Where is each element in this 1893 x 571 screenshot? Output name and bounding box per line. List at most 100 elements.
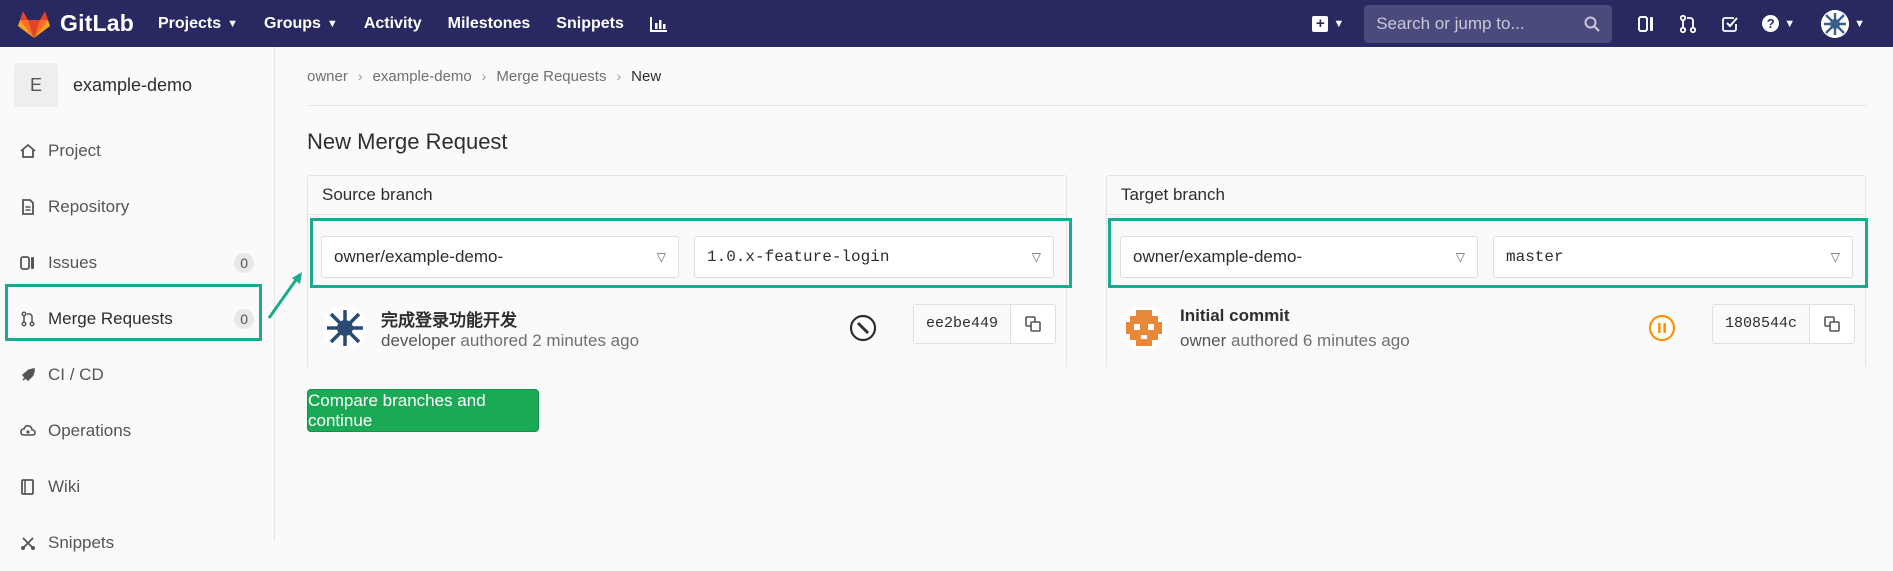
todos-nav-button[interactable]	[1720, 14, 1740, 34]
sidebar-item-label: Snippets	[48, 533, 115, 552]
sidebar-item-label: Operations	[48, 421, 132, 440]
sidebar-item-label: Issues	[48, 253, 98, 272]
compare-branches-button[interactable]: Compare branches and continue	[307, 389, 539, 432]
source-commit-sha[interactable]: ee2be449	[914, 305, 1012, 343]
user-menu-button[interactable]: ▼	[1821, 9, 1865, 38]
sidebar-item-operations[interactable]: Operations	[0, 403, 274, 459]
source-branch-header: Source branch	[308, 176, 1066, 215]
search-icon	[1584, 16, 1600, 32]
nav-activity[interactable]: Activity	[364, 15, 422, 33]
pipeline-canceled-icon[interactable]	[849, 314, 877, 342]
project-name: example-demo	[73, 74, 193, 95]
target-branch-header: Target branch	[1107, 176, 1865, 215]
target-commit-author[interactable]: owner	[1180, 331, 1226, 350]
target-commit-title[interactable]: Initial commit	[1180, 306, 1290, 326]
highlight-box-target-selectors	[1108, 218, 1868, 288]
chevron-down-icon: ▼	[1784, 17, 1796, 30]
source-commit-time: authored 2 minutes ago	[460, 331, 640, 350]
sidebar-item-label: Repository	[48, 197, 130, 216]
topbar-right: + ▼ Search or jump to... ? ▼ ▼	[1312, 0, 1893, 47]
chevron-right-icon: ›	[616, 68, 622, 84]
main-nav: Projects ▼ Groups ▼ Activity Milestones Sn…	[158, 15, 694, 33]
source-commit-row: 完成登录功能开发 developer authored 2 minutes ag…	[308, 298, 1066, 368]
page-title: New Merge Request	[307, 129, 508, 154]
snippet-icon	[21, 537, 35, 550]
search-placeholder: Search or jump to...	[1376, 13, 1525, 33]
nav-activity-label: Activity	[363, 14, 422, 32]
sidebar-item-project[interactable]: Project	[0, 123, 274, 179]
document-icon	[22, 199, 34, 215]
book-icon	[21, 479, 34, 495]
sidebar-item-issues[interactable]: Issues 0	[0, 235, 274, 291]
chevron-right-icon: ›	[357, 68, 363, 84]
sidebar-item-ci-cd[interactable]: CI / CD	[0, 347, 274, 403]
tanuki-logo-icon	[18, 10, 50, 38]
sidebar-item-repository[interactable]: Repository	[0, 179, 274, 235]
breadcrumb-merge-requests[interactable]: Merge Requests	[496, 68, 606, 85]
cloud-gear-icon	[20, 425, 36, 436]
chevron-down-icon: ▼	[1854, 17, 1865, 30]
issues-nav-button[interactable]	[1636, 14, 1656, 34]
annotation-arrow	[267, 272, 302, 319]
brand-name: GitLab	[60, 10, 135, 36]
owner-avatar	[1122, 306, 1166, 350]
sidebar-project-header[interactable]: E example-demo	[0, 47, 274, 123]
copy-icon	[1025, 316, 1041, 332]
help-dropdown-button[interactable]: ? ▼	[1762, 15, 1795, 32]
issues-icon	[1638, 15, 1654, 32]
target-commit-sha-box: 1808544c	[1712, 304, 1856, 344]
sidebar-item-label: Project	[48, 141, 101, 160]
issues-icon	[20, 256, 34, 270]
source-commit-sha-box: ee2be449	[913, 304, 1057, 344]
analytics-chart-icon[interactable]	[649, 16, 668, 32]
chevron-down-icon: ▼	[1333, 17, 1345, 30]
sidebar-item-snippets[interactable]: Snippets	[0, 515, 274, 571]
issues-count-badge: 0	[234, 253, 254, 273]
home-icon	[20, 143, 36, 158]
breadcrumb-current[interactable]: New	[631, 68, 661, 85]
nav-projects-label: Projects	[158, 14, 222, 32]
sidebar-item-label: Wiki	[48, 477, 81, 496]
project-avatar: E	[14, 63, 58, 107]
nav-groups[interactable]: Groups ▼	[264, 15, 338, 33]
source-commit-author[interactable]: developer	[381, 331, 456, 350]
nav-snippets-label: Snippets	[556, 14, 624, 32]
target-commit-sha[interactable]: 1808544c	[1713, 305, 1811, 343]
nav-snippets[interactable]: Snippets	[556, 15, 624, 33]
copy-sha-button[interactable]	[1810, 305, 1854, 343]
nav-milestones[interactable]: Milestones	[448, 15, 531, 33]
breadcrumb-owner[interactable]: owner	[307, 68, 348, 85]
nav-milestones-label: Milestones	[447, 14, 531, 32]
plus-square-icon: +	[1312, 15, 1329, 32]
copy-sha-button[interactable]	[1011, 305, 1055, 343]
help-question-icon: ?	[1762, 15, 1780, 32]
breadcrumb-project[interactable]: example-demo	[373, 68, 472, 85]
user-avatar	[1821, 9, 1850, 38]
source-commit-title[interactable]: 完成登录功能开发	[381, 306, 517, 331]
highlight-box-source-selectors	[310, 218, 1072, 288]
top-navbar: GitLab Projects ▼ Groups ▼ Activity Milest…	[0, 0, 1893, 47]
pipeline-paused-icon[interactable]	[1648, 314, 1676, 342]
source-commit-meta: developer authored 2 minutes ago	[381, 331, 639, 351]
breadcrumb: owner › example-demo › Merge Requests › New	[307, 47, 1867, 106]
copy-icon	[1824, 316, 1840, 332]
sidebar-item-label: CI / CD	[48, 365, 104, 384]
rocket-icon	[21, 368, 35, 382]
merge-request-icon	[1680, 14, 1697, 33]
gitlab-logo[interactable]: GitLab	[18, 9, 138, 39]
chevron-down-icon: ▼	[227, 17, 239, 30]
chevron-right-icon: ›	[481, 68, 487, 84]
sidebar-item-wiki[interactable]: Wiki	[0, 459, 274, 515]
main-content: owner › example-demo › Merge Requests › New…	[307, 47, 1868, 432]
new-dropdown-button[interactable]: + ▼	[1312, 15, 1345, 32]
chevron-down-icon: ▼	[326, 17, 338, 30]
highlight-box-merge-requests	[5, 284, 262, 341]
target-commit-time: authored 6 minutes ago	[1231, 331, 1410, 350]
todo-check-icon	[1722, 16, 1738, 32]
search-input[interactable]: Search or jump to...	[1364, 4, 1613, 43]
target-commit-row: Initial commit owner authored 6 minutes …	[1107, 298, 1865, 368]
nav-groups-label: Groups	[264, 14, 321, 32]
merge-requests-nav-button[interactable]	[1678, 14, 1698, 34]
developer-avatar	[323, 306, 367, 350]
nav-projects[interactable]: Projects ▼	[158, 15, 238, 33]
